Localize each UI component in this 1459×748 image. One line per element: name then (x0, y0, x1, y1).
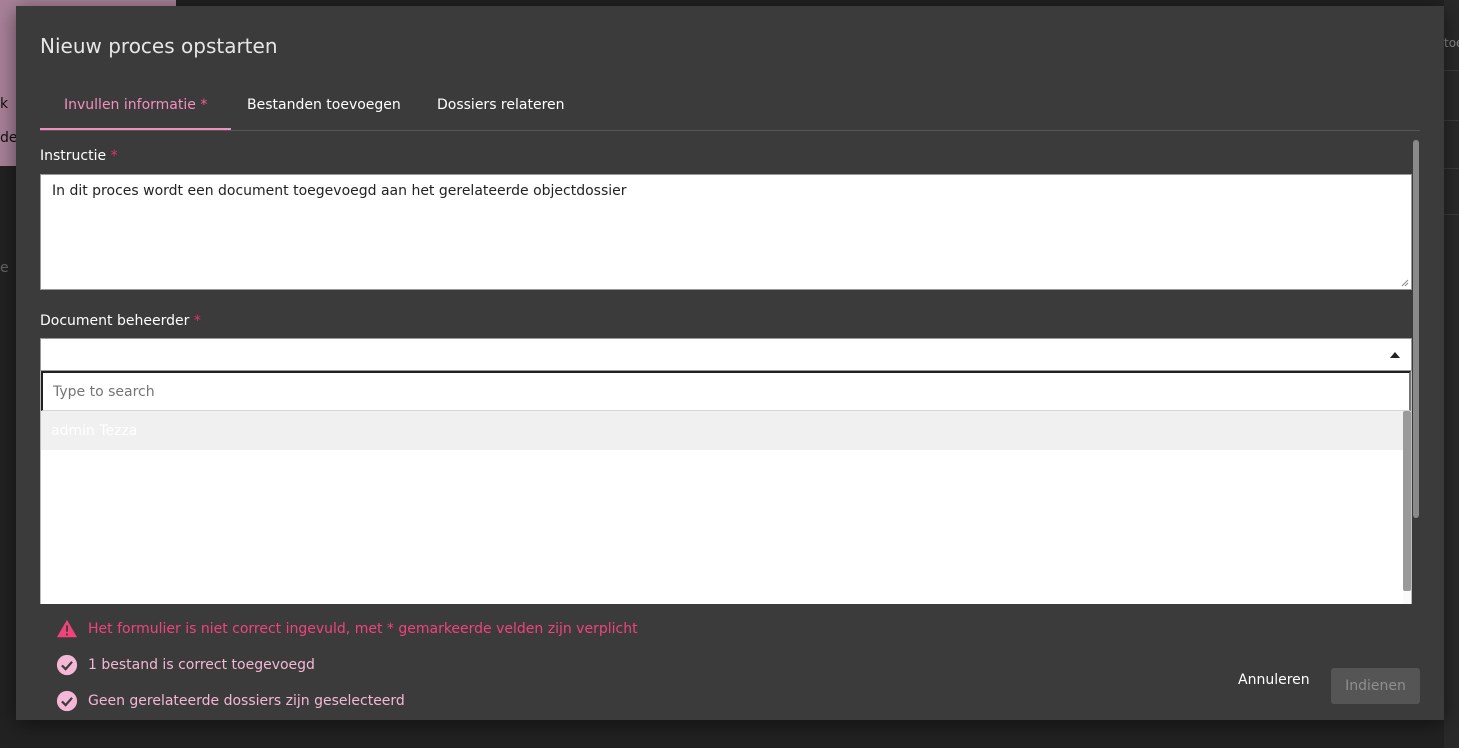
status-success-message: Geen gerelateerde dossiers zijn geselect… (56, 690, 405, 712)
status-text: Geen gerelateerde dossiers zijn geselect… (88, 693, 405, 709)
tab-label: Invullen informatie (64, 97, 196, 113)
document-owner-label: Document beheerder * (40, 313, 201, 329)
document-owner-dropdown: admin Tezza (40, 371, 1412, 604)
cancel-button[interactable]: Annuleren (1226, 662, 1322, 698)
background-text-fragment: toe (1444, 36, 1459, 50)
warning-icon (56, 619, 78, 638)
background-text-fragment: e (0, 260, 9, 276)
submit-button[interactable]: Indienen (1331, 668, 1420, 704)
tab-dossiers-relateren[interactable]: Dossiers relateren (413, 90, 589, 130)
instruction-textarea[interactable]: In dit proces wordt een document toegevo… (40, 174, 1412, 290)
instruction-label: Instructie * (40, 148, 118, 164)
instruction-label-text: Instructie (40, 148, 107, 164)
status-text: 1 bestand is correct toegevoegd (88, 657, 315, 673)
instruction-text: In dit proces wordt een document toegevo… (52, 183, 627, 199)
check-circle-icon (56, 690, 78, 712)
modal-scrollbar-thumb[interactable] (1413, 140, 1419, 518)
required-marker: * (193, 313, 201, 329)
resize-grip-icon[interactable] (1401, 279, 1409, 287)
status-text: Het formulier is niet correct ingevuld, … (88, 621, 638, 637)
dropdown-scrollbar-thumb[interactable] (1403, 411, 1411, 591)
document-owner-label-text: Document beheerder (40, 313, 190, 329)
dropdown-search-input[interactable] (41, 371, 1411, 411)
background-text-fragment: de (0, 130, 18, 146)
background-right-column (1444, 0, 1459, 748)
form-area: Instructie * In dit proces wordt een doc… (40, 140, 1420, 604)
tab-bar: Invullen informatie * Bestanden toevoege… (40, 90, 1420, 131)
modal-title: Nieuw proces opstarten (40, 34, 278, 58)
status-success-message: 1 bestand is correct toegevoegd (56, 654, 315, 676)
background-text-fragment: k (0, 96, 9, 112)
document-owner-select[interactable] (40, 338, 1412, 371)
start-process-modal: Nieuw proces opstarten Invullen informat… (16, 6, 1444, 720)
required-marker: * (200, 97, 208, 113)
tab-label: Dossiers relateren (437, 97, 565, 113)
caret-up-icon[interactable] (1390, 352, 1400, 358)
tab-invullen-informatie[interactable]: Invullen informatie * (40, 90, 232, 130)
tab-label: Bestanden toevoegen (247, 97, 401, 113)
required-marker: * (110, 148, 118, 164)
dropdown-option[interactable]: admin Tezza (41, 411, 1403, 450)
tab-bestanden-toevoegen[interactable]: Bestanden toevoegen (223, 90, 425, 130)
status-error-message: Het formulier is niet correct ingevuld, … (56, 618, 638, 640)
check-circle-icon (56, 654, 78, 676)
